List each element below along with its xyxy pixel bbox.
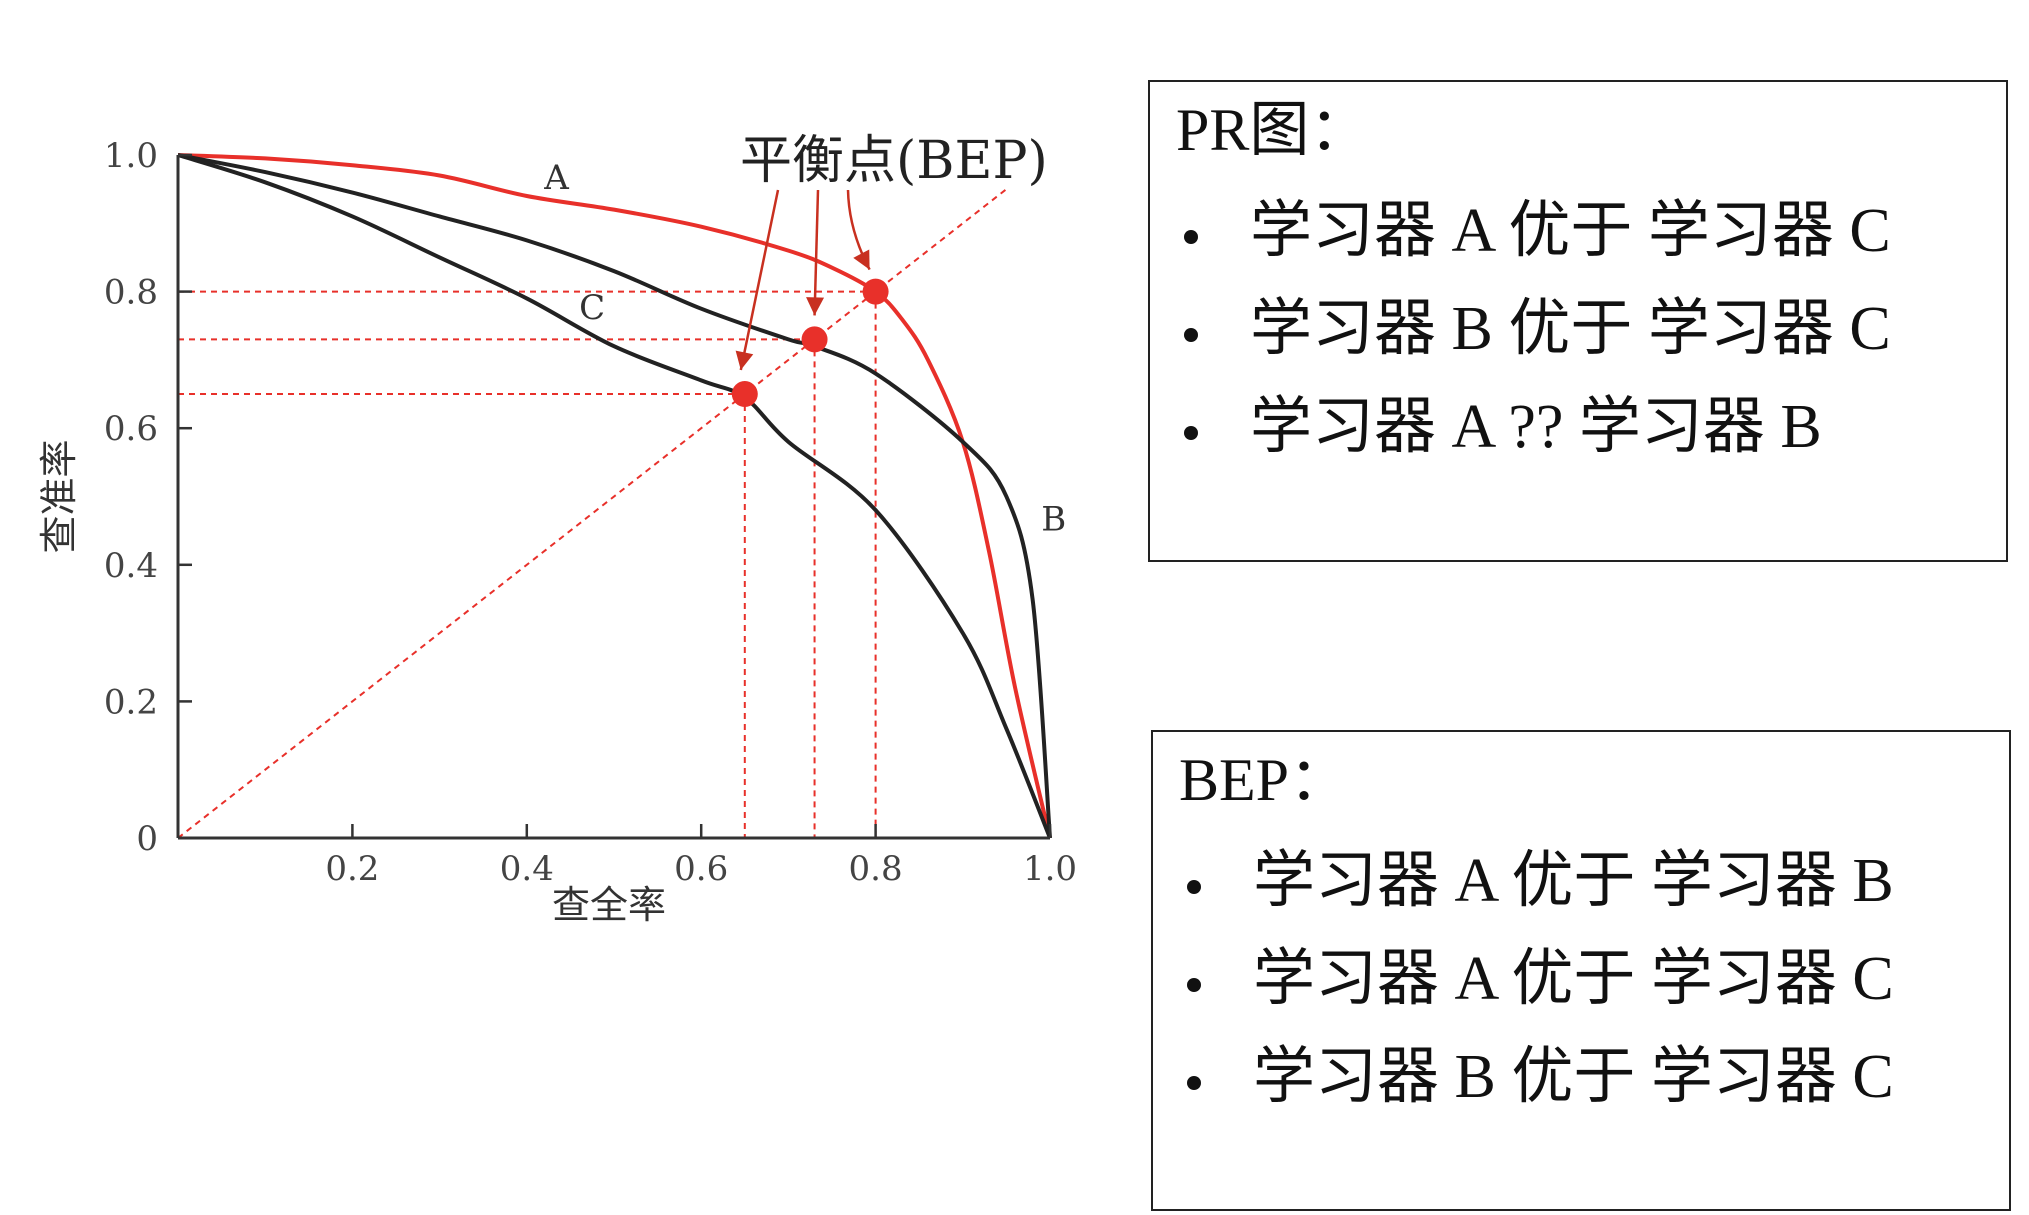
bep-point-b [801, 326, 828, 353]
bep-comparison-panel: BEP： 学习器 A 优于 学习器 B 学习器 A 优于 学习器 C 学习器 B… [1151, 730, 2011, 1211]
bullet-icon [1187, 1075, 1201, 1090]
bep-point-a [862, 278, 889, 305]
y-axis-label: 查准率 [37, 439, 81, 553]
bep-arrow-line [739, 189, 780, 371]
list-item-text: 学习器 A 优于 学习器 C [1253, 945, 1894, 1013]
bep-annotation: 平衡点(BEP) [740, 131, 1048, 191]
bullet-icon [1184, 229, 1198, 244]
series-label-c: C [579, 288, 605, 328]
bep-point-c [731, 381, 758, 408]
list-item: 学习器 A ?? 学习器 B [1176, 378, 1891, 476]
x-tick-label: 0.8 [849, 849, 903, 889]
arrowhead-icon [735, 350, 754, 371]
x-axis-label: 查全率 [552, 883, 666, 927]
x-tick-label: 0.6 [674, 849, 728, 889]
bullet-icon [1187, 977, 1201, 992]
x-tick-label: 0.2 [325, 849, 379, 889]
y-tick-label: 0.4 [104, 546, 158, 586]
bullet-icon [1184, 425, 1198, 440]
series-label-b: B [1041, 500, 1066, 540]
y-tick-label: 0.2 [104, 682, 158, 722]
y-tick-label: 1.0 [104, 136, 158, 176]
y-tick-label: 0.8 [104, 273, 158, 313]
x-tick-label: 1.0 [1023, 849, 1077, 889]
list-item-text: 学习器 A ?? 学习器 B [1250, 393, 1822, 461]
list-item-text: 学习器 B 优于 学习器 C [1250, 295, 1891, 363]
list-item-text: 学习器 B 优于 学习器 C [1253, 1043, 1894, 1111]
pr-curve-chart: A B C 0 0.2 0.4 0.6 0.8 1.0 0.2 0.4 0.6 0.8 1.0 平衡点(… [37, 131, 1077, 927]
arrowhead-icon [806, 297, 825, 316]
bullet-icon [1187, 879, 1201, 894]
series-label-a: A [543, 158, 569, 198]
list-item-text: 学习器 A 优于 学习器 C [1250, 197, 1891, 265]
pr-panel-title: PR图： [1176, 97, 1370, 163]
list-item: 学习器 B 优于 学习器 C [1176, 280, 1891, 378]
list-item: 学习器 A 优于 学习器 C [1176, 182, 1891, 280]
bep-panel-title: BEP： [1179, 747, 1350, 813]
x-tick-label: 0.4 [500, 849, 554, 889]
list-item: 学习器 A 优于 学习器 B [1179, 832, 1894, 930]
pr-comparison-panel: PR图： 学习器 A 优于 学习器 C 学习器 B 优于 学习器 C 学习器 A… [1148, 80, 2008, 562]
series-layer: A B C [177, 153, 1066, 839]
list-item-text: 学习器 A 优于 学习器 B [1253, 847, 1894, 915]
bullet-icon [1184, 327, 1198, 342]
list-item: 学习器 A 优于 学习器 C [1179, 930, 1894, 1028]
y-tick-label: 0.6 [104, 409, 158, 449]
bep-arrow-line [813, 189, 820, 316]
tick-labels: 0 0.2 0.4 0.6 0.8 1.0 0.2 0.4 0.6 0.8 1.0 [104, 136, 1077, 889]
list-item: 学习器 B 优于 学习器 C [1179, 1028, 1894, 1126]
bep-comparison-list: 学习器 A 优于 学习器 B 学习器 A 优于 学习器 C 学习器 B 优于 学… [1179, 832, 1894, 1126]
pr-comparison-list: 学习器 A 优于 学习器 C 学习器 B 优于 学习器 C 学习器 A ?? 学… [1176, 182, 1891, 476]
y-tick-label: 0 [136, 819, 158, 859]
